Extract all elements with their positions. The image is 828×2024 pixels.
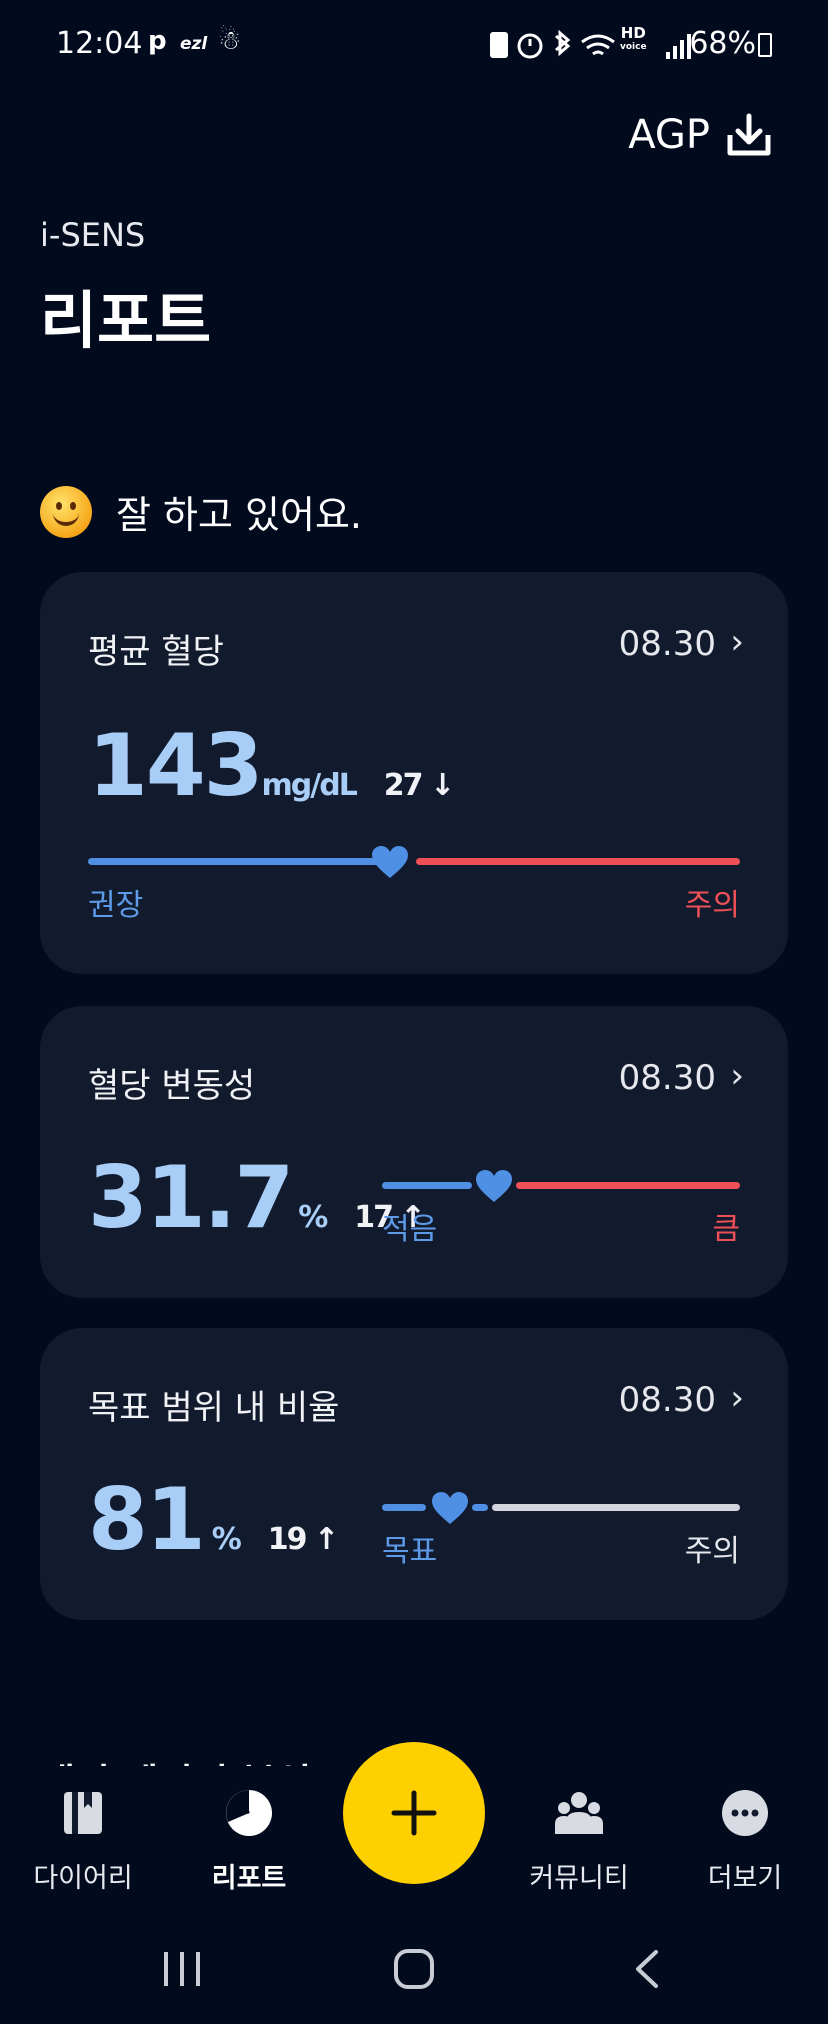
average-glucose-value: 143mg/dL 27 ↓ bbox=[88, 716, 455, 816]
download-icon bbox=[727, 113, 771, 156]
card-label: 목표 범위 내 비율 bbox=[88, 1388, 340, 1428]
slider-left-label: 권장 bbox=[88, 888, 144, 923]
back-icon[interactable] bbox=[630, 1948, 664, 1990]
chevron-right-icon[interactable]: › bbox=[730, 1056, 744, 1096]
slider-caution-segment bbox=[416, 858, 740, 865]
value-unit: % bbox=[298, 1200, 328, 1235]
value-unit: mg/dL bbox=[261, 768, 358, 803]
status-icon-p: p bbox=[148, 26, 167, 56]
battery-level: 68% bbox=[689, 26, 772, 61]
time-in-range-value: 81% 19 ↑ bbox=[88, 1470, 339, 1570]
hd-voice-indicator: HD voice bbox=[620, 24, 647, 53]
nav-item-community[interactable]: 커뮤니티 bbox=[504, 1766, 654, 1895]
summary-text: 잘 하고 있어요. bbox=[116, 493, 362, 537]
value-delta: 19 ↑ bbox=[267, 1522, 339, 1557]
slider-low-segment bbox=[382, 1182, 472, 1189]
variability-value: 31.7% 17 ↑ bbox=[88, 1148, 426, 1248]
slider-left-label: 적음 bbox=[382, 1212, 438, 1247]
card-date[interactable]: 08.30 bbox=[619, 1380, 716, 1420]
status-icon-ezl: ezl bbox=[180, 34, 208, 54]
nav-label: 리포트 bbox=[211, 1863, 287, 1894]
nav-item-more[interactable]: 더보기 bbox=[670, 1766, 820, 1895]
chevron-right-icon[interactable]: › bbox=[730, 622, 744, 662]
system-navigation-bar bbox=[0, 1914, 828, 2024]
slider-right-label: 주의 bbox=[684, 888, 740, 923]
delta-arrow-icon: ↓ bbox=[429, 768, 455, 803]
slider-right-label: 주의 bbox=[684, 1534, 740, 1569]
heart-indicator-icon bbox=[476, 1170, 512, 1202]
slider-high-segment bbox=[516, 1182, 740, 1189]
nav-item-report[interactable]: 리포트 bbox=[174, 1766, 324, 1895]
slider-target-segment-end bbox=[472, 1504, 488, 1511]
brand-label: i-SENS bbox=[40, 216, 146, 254]
card-label: 평균 혈당 bbox=[88, 632, 224, 672]
average-glucose-card[interactable]: 평균 혈당 08.30 › 143mg/dL 27 ↓ 권장 주의 bbox=[40, 572, 788, 974]
battery-icon bbox=[758, 32, 772, 57]
page-title: 리포트 bbox=[40, 284, 212, 357]
value-unit: % bbox=[211, 1522, 242, 1557]
nav-item-diary[interactable]: 다이어리 bbox=[8, 1766, 158, 1895]
value-delta: 27 ↓ bbox=[383, 768, 455, 803]
status-bar: 12:04 p ezl ☃ HD voice 68% bbox=[0, 0, 828, 90]
wifi-icon bbox=[581, 34, 615, 56]
diary-icon bbox=[64, 1792, 102, 1834]
slider-target-segment bbox=[382, 1504, 426, 1511]
nav-label: 커뮤니티 bbox=[529, 1863, 629, 1894]
home-icon[interactable] bbox=[392, 1948, 436, 1990]
card-date[interactable]: 08.30 bbox=[619, 1058, 716, 1098]
card-date[interactable]: 08.30 bbox=[619, 624, 716, 664]
delta-arrow-icon: ↑ bbox=[313, 1522, 339, 1557]
card-label: 혈당 변동성 bbox=[88, 1066, 256, 1106]
time-in-range-card[interactable]: 목표 범위 내 비율 08.30 › 81% 19 ↑ 목표 주의 bbox=[40, 1328, 788, 1620]
glucose-variability-card[interactable]: 혈당 변동성 08.30 › 31.7% 17 ↑ 적음 큼 bbox=[40, 1006, 788, 1298]
battery-saver-icon bbox=[490, 32, 508, 58]
agp-download-button[interactable]: AGP bbox=[628, 112, 772, 158]
smiley-icon bbox=[40, 485, 92, 538]
slider-caution-segment bbox=[492, 1504, 740, 1511]
heart-indicator-icon bbox=[372, 846, 408, 878]
plus-icon bbox=[391, 1790, 437, 1836]
slider-right-label: 큼 bbox=[712, 1212, 740, 1247]
agp-label: AGP bbox=[628, 112, 710, 158]
report-icon bbox=[226, 1790, 272, 1836]
slider-recommended-segment bbox=[88, 858, 388, 865]
slider-left-label: 목표 bbox=[382, 1534, 438, 1569]
nav-label: 다이어리 bbox=[33, 1863, 133, 1894]
add-record-button[interactable] bbox=[343, 1742, 485, 1884]
signal-icon bbox=[666, 52, 670, 59]
more-icon bbox=[722, 1790, 768, 1836]
recent-apps-icon[interactable] bbox=[160, 1948, 204, 1990]
summary-message: 잘 하고 있어요. bbox=[40, 484, 362, 539]
nav-label: 더보기 bbox=[707, 1863, 783, 1894]
chevron-right-icon[interactable]: › bbox=[730, 1378, 744, 1418]
bluetooth-icon bbox=[555, 29, 571, 57]
status-time: 12:04 bbox=[56, 26, 143, 61]
status-icon-notification: ☃ bbox=[218, 26, 242, 56]
community-icon bbox=[555, 1792, 603, 1834]
heart-indicator-icon bbox=[432, 1492, 468, 1524]
